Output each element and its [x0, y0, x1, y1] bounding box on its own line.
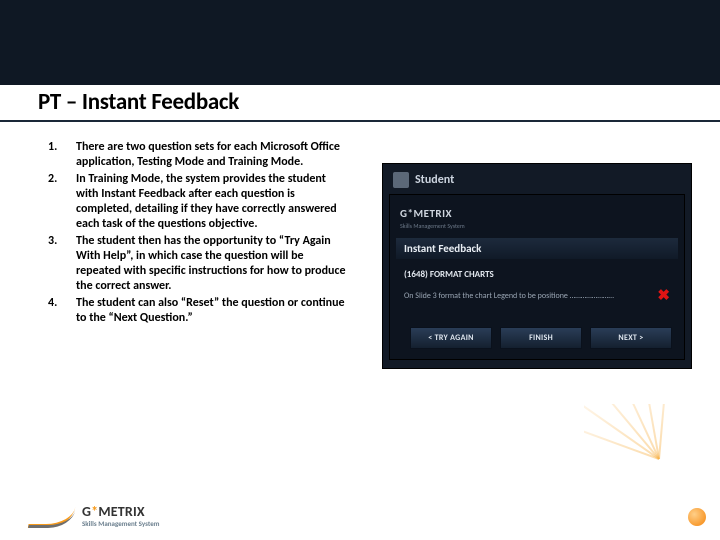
screenshot-header: Student [383, 170, 691, 194]
list-number: 1. [48, 140, 76, 170]
student-label: Student [415, 173, 454, 187]
header-dark-band [0, 0, 720, 85]
screenshot-brand-sub: Skills Management System [400, 222, 465, 230]
question-title: (1648) FORMAT CHARTS [396, 259, 678, 284]
list-item: 1. There are two question sets for each … [48, 140, 348, 170]
footer-brand-a: G [82, 503, 91, 520]
question-row: On Slide 3 format the chart Legend to be… [396, 284, 678, 321]
numbered-list: 1. There are two question sets for each … [48, 140, 348, 328]
question-text: On Slide 3 format the chart Legend to be… [404, 291, 649, 301]
list-text: The student can also “Reset” the questio… [76, 296, 348, 326]
incorrect-icon: ✖ [657, 286, 670, 305]
list-number: 3. [48, 234, 76, 294]
title-underline [0, 120, 720, 122]
list-text: The student then has the opportunity to … [76, 234, 348, 294]
corner-dot-icon [688, 508, 706, 526]
avatar-icon [393, 172, 409, 188]
list-text: There are two question sets for each Mic… [76, 140, 348, 170]
screenshot-panel: G*METRIX Skills Management System Instan… [389, 194, 685, 360]
screenshot-brand: G*METRIX [400, 207, 452, 220]
footer-logo: G*METRIX Skills Management System [30, 502, 159, 528]
finish-button[interactable]: FINISH [500, 327, 582, 349]
app-screenshot: Student G*METRIX Skills Management Syste… [382, 163, 692, 369]
list-item: 2. In Training Mode, the system provides… [48, 172, 348, 232]
button-row: < TRY AGAIN FINISH NEXT > [396, 321, 678, 349]
footer-brand-b: METRIX [98, 503, 145, 520]
next-button[interactable]: NEXT > [590, 327, 672, 349]
page-title: PT – Instant Feedback [38, 88, 239, 116]
footer-brand-sub: Skills Management System [82, 520, 159, 527]
list-number: 4. [48, 296, 76, 326]
list-text: In Training Mode, the system provides th… [76, 172, 348, 232]
ray-burst-icon [584, 404, 714, 534]
footer-brand: G*METRIX [82, 504, 159, 520]
list-item: 4. The student can also “Reset” the ques… [48, 296, 348, 326]
list-number: 2. [48, 172, 76, 232]
logo-swoosh-icon [30, 502, 74, 528]
corner-decoration [584, 404, 714, 534]
list-item: 3. The student then has the opportunity … [48, 234, 348, 294]
footer-text: G*METRIX Skills Management System [82, 504, 159, 527]
try-again-button[interactable]: < TRY AGAIN [410, 327, 492, 349]
screenshot-logo: G*METRIX Skills Management System [396, 201, 678, 238]
feedback-bar: Instant Feedback [396, 238, 678, 259]
